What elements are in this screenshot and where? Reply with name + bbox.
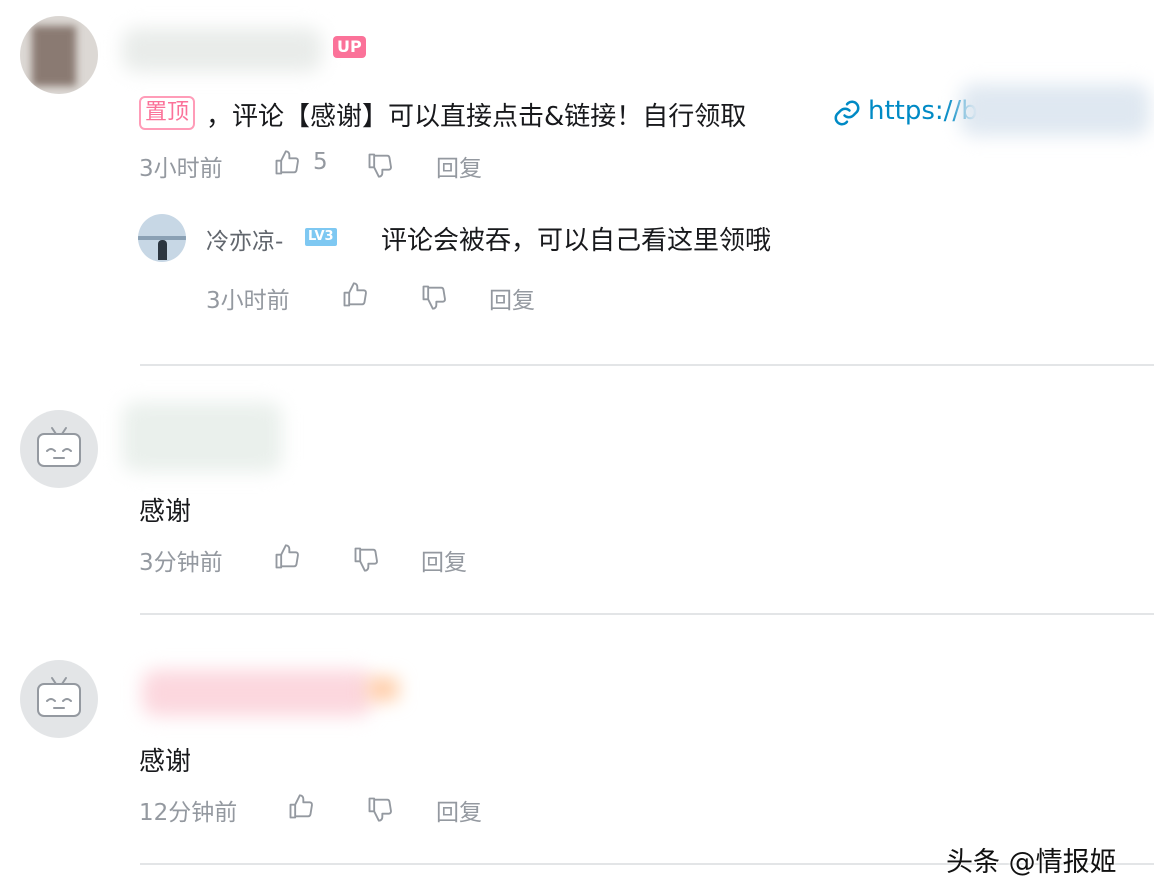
reply-button[interactable]: 回复 <box>489 281 535 315</box>
divider <box>140 364 1154 366</box>
comment-text: ，评论【感谢】可以直接点击&链接！自行领取 <box>206 102 747 132</box>
like-count: 5 <box>313 149 328 175</box>
link-icon[interactable] <box>832 98 862 128</box>
thumbs-down-icon[interactable] <box>366 795 394 823</box>
divider <box>140 613 1154 615</box>
thumbs-down-icon[interactable] <box>352 545 380 573</box>
avatar[interactable] <box>20 16 98 94</box>
comment-time: 12分钟前 <box>139 800 238 826</box>
comment-text: 感谢 <box>139 747 192 777</box>
reply-text: 评论会被吞，可以自己看这里领哦 <box>381 226 772 256</box>
level-badge-redacted <box>368 678 398 700</box>
thumbs-up-icon[interactable] <box>287 793 315 821</box>
watermark: 头条 @情报姬 <box>946 847 1117 878</box>
bilibili-tv-avatar-icon <box>37 427 81 467</box>
thumbs-up-icon[interactable] <box>273 149 301 177</box>
up-badge: UP <box>333 36 366 58</box>
reply-button[interactable]: 回复 <box>436 793 482 827</box>
reply-button[interactable]: 回复 <box>421 543 467 577</box>
thumbs-up-icon[interactable] <box>341 281 369 309</box>
comment-time: 3分钟前 <box>139 550 223 576</box>
reply-avatar[interactable] <box>138 214 186 262</box>
avatar[interactable] <box>20 410 98 488</box>
thumbs-down-icon[interactable] <box>366 151 394 179</box>
level-badge: LV3 <box>305 228 337 246</box>
thumbs-down-icon[interactable] <box>420 283 448 311</box>
reply-button[interactable]: 回复 <box>436 149 482 183</box>
comment-text: 感谢 <box>139 497 192 527</box>
avatar[interactable] <box>20 660 98 738</box>
reply-username[interactable]: 冷亦凉- <box>206 222 283 256</box>
username-redacted[interactable] <box>122 28 322 72</box>
link-redacted <box>960 84 1150 136</box>
comment-time: 3小时前 <box>139 156 223 182</box>
username-redacted[interactable] <box>142 670 372 716</box>
bilibili-tv-avatar-icon <box>37 677 81 717</box>
reply-time: 3小时前 <box>206 288 290 314</box>
thumbs-up-icon[interactable] <box>273 543 301 571</box>
pinned-tag: 置顶 <box>139 96 196 130</box>
username-redacted[interactable] <box>122 402 282 472</box>
